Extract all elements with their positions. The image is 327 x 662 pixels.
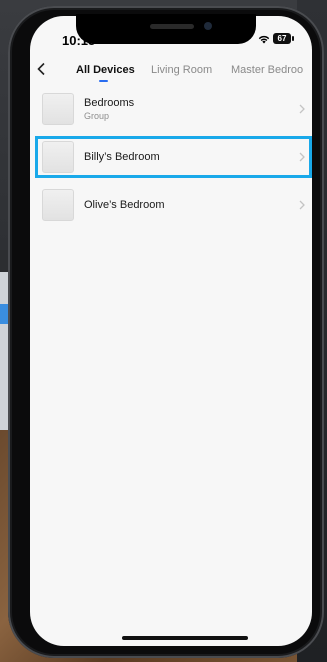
- chevron-right-icon: [298, 198, 306, 210]
- speaker-grille: [150, 24, 194, 29]
- back-chevron-icon[interactable]: [36, 62, 48, 76]
- tab-living-room[interactable]: Living Room: [151, 64, 212, 76]
- phone-notch: [76, 14, 256, 44]
- device-subtitle: Group: [84, 111, 110, 121]
- device-name: Billy’s Bedroom: [84, 151, 160, 163]
- device-row-bedrooms-group[interactable]: Bedrooms Group: [30, 88, 312, 132]
- chevron-right-icon: [298, 150, 306, 162]
- tab-master-bedroom[interactable]: Master Bedroo: [231, 64, 303, 76]
- device-name: Bedrooms: [84, 97, 135, 109]
- tab-all-devices[interactable]: All Devices: [76, 64, 135, 76]
- active-tab-indicator: [99, 80, 108, 82]
- device-row-billys-bedroom[interactable]: Billy’s Bedroom: [30, 136, 312, 180]
- chevron-right-icon: [298, 102, 306, 114]
- home-indicator[interactable]: [122, 636, 248, 640]
- battery-indicator: 67: [273, 33, 294, 44]
- front-camera: [204, 22, 212, 30]
- device-thumbnail: [42, 141, 74, 173]
- top-navigation: All Devices Living Room Master Bedroo: [30, 56, 312, 86]
- device-thumbnail: [42, 93, 74, 125]
- device-thumbnail: [42, 189, 74, 221]
- device-name: Olive’s Bedroom: [84, 199, 165, 211]
- wifi-icon: [258, 34, 270, 47]
- device-row-olives-bedroom[interactable]: Olive’s Bedroom: [30, 184, 312, 228]
